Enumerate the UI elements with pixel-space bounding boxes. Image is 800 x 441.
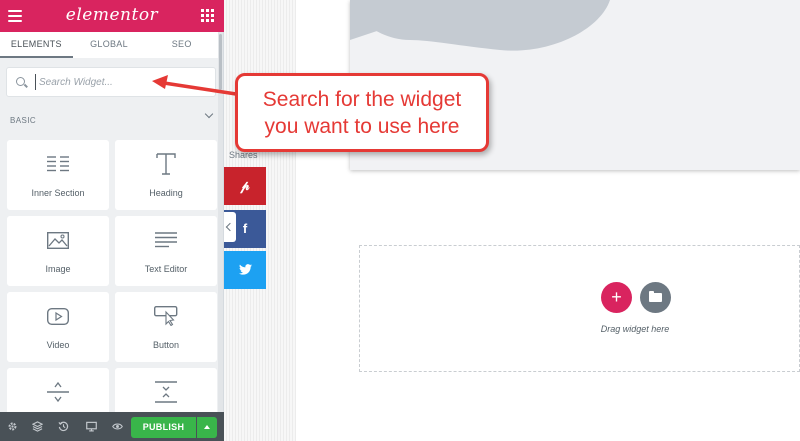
pinterest-icon: 𝓅	[240, 178, 250, 193]
widget-label: Text Editor	[144, 264, 188, 274]
widget-heading[interactable]: Heading	[115, 140, 217, 210]
panel-header: elementor	[0, 0, 224, 32]
twitter-share-button[interactable]	[224, 251, 266, 289]
chevron-down-icon	[204, 109, 214, 119]
widget-label: Image	[45, 264, 71, 274]
callout-line-2: you want to use here	[264, 115, 460, 138]
widget-grid: Inner Section Heading Image Text Editor …	[7, 140, 218, 412]
widget-video[interactable]: Video	[7, 292, 109, 362]
publish-options-button[interactable]	[197, 417, 217, 438]
callout-line-1: Search for the widget	[262, 88, 462, 111]
widget-label: Video	[46, 340, 70, 350]
widget-label: Inner Section	[31, 188, 85, 198]
collapse-panel-button[interactable]	[224, 212, 236, 242]
pinterest-share-button[interactable]: 𝓅	[224, 167, 266, 205]
basic-section-header[interactable]: BASIC	[10, 109, 214, 125]
widget-image[interactable]: Image	[7, 216, 109, 286]
tab-elements[interactable]: ELEMENTS	[0, 32, 73, 58]
divider-icon	[47, 381, 69, 403]
add-section-button[interactable]: +	[601, 282, 632, 313]
spacer-icon	[155, 381, 177, 403]
history-icon[interactable]	[58, 421, 69, 432]
drop-zone[interactable]	[359, 245, 800, 372]
settings-gear-icon[interactable]	[7, 421, 18, 432]
add-template-button[interactable]	[640, 282, 671, 313]
twitter-icon	[239, 264, 252, 275]
tab-seo[interactable]: SEO	[145, 32, 218, 58]
elementor-logo: elementor	[65, 5, 159, 25]
text-editor-icon	[155, 232, 177, 248]
drop-zone-text: Drag widget here	[600, 324, 670, 334]
image-icon	[47, 231, 69, 249]
widget-divider[interactable]	[7, 368, 109, 412]
responsive-mode-icon[interactable]	[86, 421, 97, 432]
widget-label: Button	[152, 340, 180, 350]
search-icon	[16, 77, 25, 86]
inner-section-icon	[47, 156, 69, 172]
panel-tabs: ELEMENTS GLOBAL SEO	[0, 32, 218, 58]
callout-arrow	[152, 75, 237, 96]
elementor-panel: elementor ELEMENTS GLOBAL SEO BASIC	[0, 0, 224, 441]
button-icon	[154, 306, 178, 326]
heading-icon	[156, 153, 176, 175]
section-label: BASIC	[10, 116, 37, 125]
widget-button[interactable]: Button	[115, 292, 217, 362]
widgets-grid-icon[interactable]	[201, 9, 214, 22]
navigator-layers-icon[interactable]	[32, 421, 43, 432]
widget-label: Heading	[149, 188, 183, 198]
widget-spacer[interactable]	[115, 368, 217, 412]
folder-icon	[649, 291, 662, 302]
widget-inner-section[interactable]: Inner Section	[7, 140, 109, 210]
widget-text-editor[interactable]: Text Editor	[115, 216, 217, 286]
video-icon	[47, 307, 69, 325]
publish-button[interactable]: PUBLISH	[131, 417, 196, 438]
callout-box: Search for the widget you want to use he…	[235, 73, 489, 152]
preview-eye-icon[interactable]	[112, 421, 123, 432]
tab-global[interactable]: GLOBAL	[73, 32, 146, 58]
